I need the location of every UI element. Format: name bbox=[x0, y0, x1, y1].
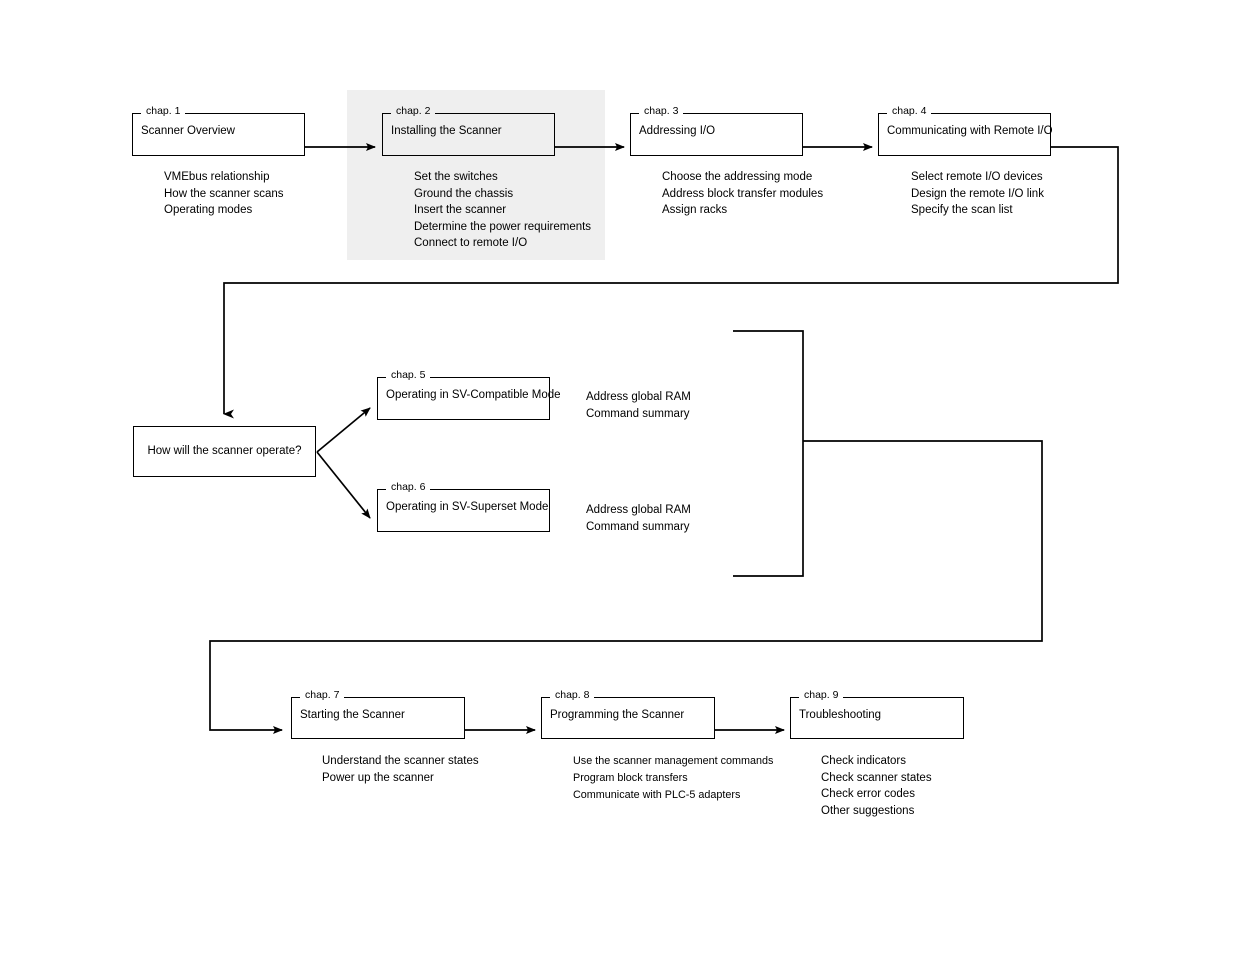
topic-item: Check indicators bbox=[821, 755, 907, 767]
chapter-tag-6: chap. 6 bbox=[386, 481, 431, 494]
topic-item: Determine the power requirements bbox=[414, 220, 592, 233]
chapter-title-1: Scanner Overview bbox=[141, 125, 235, 137]
chapter-box-1[interactable]: chap. 1 Scanner Overview bbox=[132, 105, 305, 156]
topic-item: Command summary bbox=[586, 520, 690, 533]
topic-item: Select remote I/O devices bbox=[911, 171, 1043, 183]
chapter-tag-8: chap. 8 bbox=[550, 689, 595, 702]
topic-item: Program block transfers bbox=[573, 771, 688, 784]
chapter-topics-8: Use the scanner management commands Prog… bbox=[573, 753, 773, 803]
decision-box-label: How will the scanner operate? bbox=[147, 445, 302, 457]
chapter-box-4[interactable]: chap. 4 Communicating with Remote I/O bbox=[878, 105, 1053, 156]
topic-item: Operating modes bbox=[164, 204, 253, 217]
topic-item: Use the scanner management commands bbox=[573, 755, 774, 767]
chapter-tag-3: chap. 3 bbox=[639, 105, 684, 118]
chapter-box-3[interactable]: chap. 3 Addressing I/O bbox=[630, 105, 803, 156]
chapter-box-5[interactable]: chap. 5 Operating in SV-Compatible Mode bbox=[377, 369, 561, 420]
topic-item: Set the switches bbox=[414, 171, 498, 183]
topic-item: Address global RAM bbox=[586, 504, 691, 516]
topic-item: Connect to remote I/O bbox=[414, 237, 528, 250]
topic-item: Specify the scan list bbox=[911, 204, 1013, 217]
topic-item: How the scanner scans bbox=[164, 187, 284, 200]
chapter-topics-5: Address global RAM Command summary bbox=[586, 389, 691, 422]
chapter-topics-1: VMEbus relationship How the scanner scan… bbox=[164, 169, 284, 219]
chapter-topics-3: Choose the addressing mode Address block… bbox=[662, 169, 823, 219]
chapter-tag-1: chap. 1 bbox=[141, 105, 186, 118]
topic-item: Power up the scanner bbox=[322, 771, 434, 784]
topic-item: Check scanner states bbox=[821, 771, 932, 784]
topic-item: Ground the chassis bbox=[414, 187, 514, 200]
chapter-topics-9: Check indicators Check scanner states Ch… bbox=[821, 753, 932, 819]
topic-item: Command summary bbox=[586, 407, 690, 420]
chapter-topics-6: Address global RAM Command summary bbox=[586, 502, 691, 535]
topic-item: Design the remote I/O link bbox=[911, 187, 1044, 200]
topic-item: Other suggestions bbox=[821, 804, 915, 817]
chapter-title-7: Starting the Scanner bbox=[300, 709, 405, 721]
chapter-box-2[interactable]: chap. 2 Installing the Scanner bbox=[382, 105, 555, 156]
chapter-title-4: Communicating with Remote I/O bbox=[887, 125, 1053, 137]
topic-item: Address global RAM bbox=[586, 391, 691, 403]
chapter-tag-4: chap. 4 bbox=[887, 105, 932, 118]
topic-item: VMEbus relationship bbox=[164, 171, 270, 183]
chapter-box-7[interactable]: chap. 7 Starting the Scanner bbox=[291, 689, 465, 739]
chapter-title-6: Operating in SV-Superset Mode bbox=[386, 501, 549, 513]
decision-box-scanner-operation[interactable]: How will the scanner operate? bbox=[133, 426, 316, 477]
topic-item: Check error codes bbox=[821, 788, 915, 801]
chapter-title-8: Programming the Scanner bbox=[550, 709, 685, 721]
topic-item: Communicate with PLC-5 adapters bbox=[573, 788, 741, 801]
chapter-box-8[interactable]: chap. 8 Programming the Scanner bbox=[541, 689, 715, 739]
chapter-tag-5: chap. 5 bbox=[386, 369, 431, 382]
chapter-flow-diagram: chap. 1 Scanner Overview VMEbus relation… bbox=[0, 0, 1235, 954]
topic-item: Address block transfer modules bbox=[662, 187, 824, 200]
chapter-title-2: Installing the Scanner bbox=[391, 125, 502, 137]
chapter-topics-2: Set the switches Ground the chassis Inse… bbox=[414, 169, 591, 252]
topic-item: Understand the scanner states bbox=[322, 755, 479, 767]
chapter-box-9[interactable]: chap. 9 Troubleshooting bbox=[790, 689, 964, 739]
chapter-title-5: Operating in SV-Compatible Mode bbox=[386, 389, 561, 401]
topic-item: Assign racks bbox=[662, 204, 728, 217]
chapter-box-6[interactable]: chap. 6 Operating in SV-Superset Mode bbox=[377, 481, 550, 532]
chapter-topics-4: Select remote I/O devices Design the rem… bbox=[911, 169, 1044, 219]
chapter-tag-7: chap. 7 bbox=[300, 689, 345, 702]
chapter-title-3: Addressing I/O bbox=[639, 125, 716, 137]
chapter-topics-7: Understand the scanner states Power up t… bbox=[322, 753, 479, 786]
topic-item: Choose the addressing mode bbox=[662, 171, 813, 183]
chapter-title-9: Troubleshooting bbox=[799, 709, 882, 721]
topic-item: Insert the scanner bbox=[414, 204, 507, 217]
chapter-tag-9: chap. 9 bbox=[799, 689, 844, 702]
chapter-tag-2: chap. 2 bbox=[391, 105, 436, 118]
